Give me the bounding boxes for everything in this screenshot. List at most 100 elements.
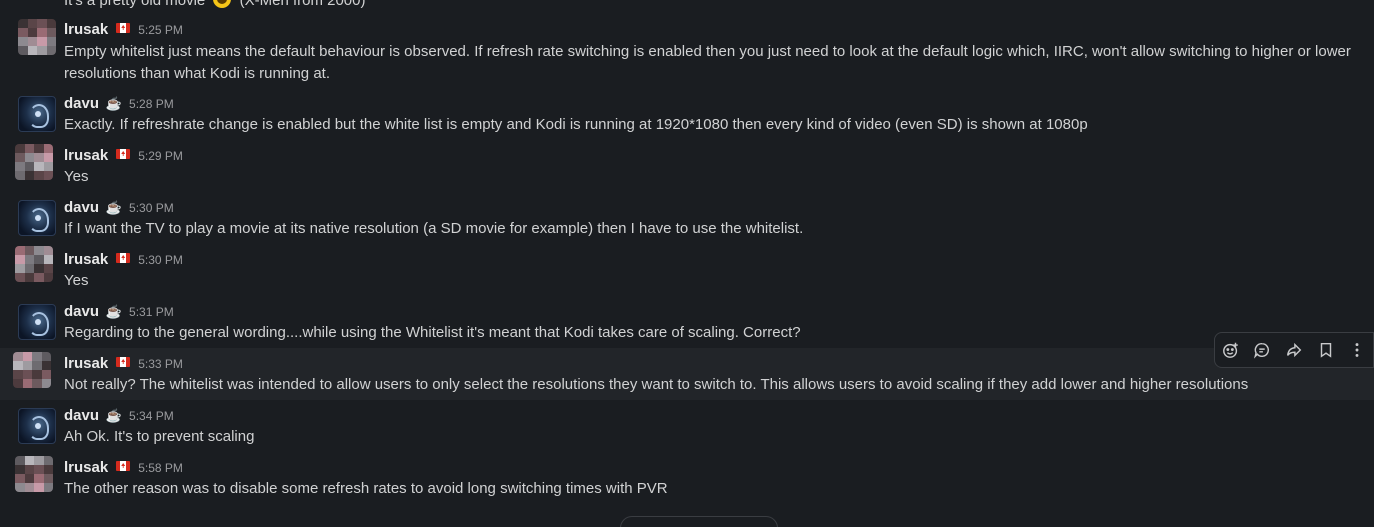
- timestamp[interactable]: 5:28 PM: [129, 97, 174, 111]
- author-name[interactable]: davu: [64, 407, 99, 424]
- avatar-pixel: [15, 465, 25, 474]
- avatar-pixel: [15, 246, 25, 255]
- add-reaction-icon[interactable]: [1218, 337, 1244, 363]
- avatar-pixel: [43, 153, 53, 162]
- avatar-pixel: [41, 352, 51, 361]
- avatar-pixel: [22, 361, 32, 370]
- timestamp[interactable]: 5:33 PM: [138, 357, 183, 371]
- avatar-pixel: [24, 162, 34, 171]
- avatar-pixel: [24, 483, 34, 492]
- avatar-pixel: [15, 171, 25, 180]
- avatar[interactable]: [18, 200, 56, 236]
- timestamp[interactable]: 5:34 PM: [129, 409, 174, 423]
- author-name[interactable]: lrusak: [64, 21, 108, 38]
- avatar-pixel: [41, 370, 51, 379]
- avatar-pixel: [32, 370, 42, 379]
- hot-beverage-icon: ☕: [105, 304, 123, 319]
- avatar-pixel: [15, 264, 25, 273]
- message-text: Regarding to the general wording....whil…: [64, 324, 801, 341]
- message[interactable]: lrusak 5:58 PM The other reason was to d…: [0, 452, 1374, 508]
- timestamp[interactable]: 5:31 PM: [129, 305, 174, 319]
- avatar[interactable]: [13, 352, 51, 388]
- avatar[interactable]: [18, 408, 56, 444]
- avatar-pixel: [22, 370, 32, 379]
- avatar-pixel: [46, 46, 56, 55]
- timestamp[interactable]: 5:30 PM: [129, 201, 174, 215]
- message-hovered[interactable]: lrusak 5:33 PM Not really? The whitelist…: [0, 348, 1374, 400]
- author-name[interactable]: lrusak: [64, 251, 108, 268]
- timestamp[interactable]: 5:58 PM: [138, 461, 183, 475]
- avatar[interactable]: [15, 456, 53, 492]
- message[interactable]: davu ☕ 5:31 PM Regarding to the general …: [0, 296, 1374, 348]
- author-name[interactable]: davu: [64, 303, 99, 320]
- avatar-pixel: [43, 264, 53, 273]
- avatar-pixel: [43, 474, 53, 483]
- hot-beverage-icon: ☕: [105, 200, 123, 215]
- avatar[interactable]: [18, 96, 56, 132]
- avatar-pixel: [15, 273, 25, 282]
- more-actions-icon[interactable]: [1344, 337, 1370, 363]
- message[interactable]: lrusak 5:30 PM Yes: [0, 244, 1374, 296]
- avatar-pixel: [37, 28, 47, 37]
- avatar[interactable]: [18, 304, 56, 340]
- canada-flag-icon: [114, 149, 132, 163]
- message-text: Yes: [64, 168, 89, 185]
- avatar[interactable]: [15, 144, 53, 180]
- message[interactable]: davu ☕ 5:28 PM Exactly. If refreshrate c…: [0, 88, 1374, 140]
- avatar[interactable]: [18, 19, 56, 55]
- author-name[interactable]: lrusak: [64, 459, 108, 476]
- avatar[interactable]: [15, 246, 53, 282]
- avatar-pixel: [32, 379, 42, 388]
- avatar-pixel: [15, 153, 25, 162]
- avatar-pixel: [46, 19, 56, 28]
- avatar-pixel: [15, 456, 25, 465]
- avatar-pixel: [41, 379, 51, 388]
- message-text: Exactly. If refreshrate change is enable…: [64, 116, 1088, 133]
- timestamp[interactable]: 5:25 PM: [138, 23, 183, 37]
- author-name[interactable]: davu: [64, 95, 99, 112]
- avatar-pixel: [18, 28, 28, 37]
- avatar-pixel: [34, 465, 44, 474]
- avatar-pixel: [24, 153, 34, 162]
- save-bookmark-icon[interactable]: [1313, 337, 1339, 363]
- message[interactable]: lrusak 5:29 PM Yes: [0, 140, 1374, 192]
- avatar-pixel: [43, 483, 53, 492]
- reply-in-thread-icon[interactable]: [1249, 337, 1275, 363]
- timestamp[interactable]: 5:29 PM: [138, 149, 183, 163]
- avatar-pixel: [41, 361, 51, 370]
- avatar-pixel: [37, 37, 47, 46]
- avatar-pixel: [27, 19, 37, 28]
- message-header: davu ☕ 5:31 PM: [64, 303, 174, 320]
- avatar-pixel: [13, 379, 23, 388]
- avatar-pixel: [27, 46, 37, 55]
- message-header: lrusak 5:29 PM: [64, 147, 183, 164]
- avatar-pixel: [15, 144, 25, 153]
- author-name[interactable]: davu: [64, 199, 99, 216]
- message[interactable]: lrusak 5:25 PM Empty whitelist just mean…: [0, 14, 1374, 88]
- avatar-pixel: [24, 264, 34, 273]
- avatar-pixel: [37, 46, 47, 55]
- share-icon[interactable]: [1281, 337, 1307, 363]
- message[interactable]: davu ☕ 5:30 PM If I want the TV to play …: [0, 192, 1374, 244]
- message-header: lrusak 5:58 PM: [64, 459, 183, 476]
- avatar-pixel: [43, 273, 53, 282]
- avatar-pixel: [24, 273, 34, 282]
- avatar-pixel: [24, 465, 34, 474]
- timestamp[interactable]: 5:30 PM: [138, 253, 183, 267]
- jump-to-recent-button[interactable]: [620, 516, 778, 527]
- avatar-pixel: [27, 28, 37, 37]
- author-name[interactable]: lrusak: [64, 147, 108, 164]
- avatar-pixel: [37, 19, 47, 28]
- partial-message-text: It's a pretty old movie (X-Men from 2000…: [64, 0, 365, 12]
- message[interactable]: davu ☕ 5:34 PM Ah Ok. It's to prevent sc…: [0, 400, 1374, 452]
- message-text: Ah Ok. It's to prevent scaling: [64, 428, 255, 445]
- message-header: davu ☕ 5:34 PM: [64, 407, 174, 424]
- author-name[interactable]: lrusak: [64, 355, 108, 372]
- avatar-pixel: [24, 171, 34, 180]
- avatar-pixel: [34, 456, 44, 465]
- avatar-pixel: [46, 28, 56, 37]
- avatar-pixel: [15, 483, 25, 492]
- avatar-pixel: [34, 162, 44, 171]
- grinning-face-icon: [213, 0, 232, 8]
- avatar-pixel: [43, 144, 53, 153]
